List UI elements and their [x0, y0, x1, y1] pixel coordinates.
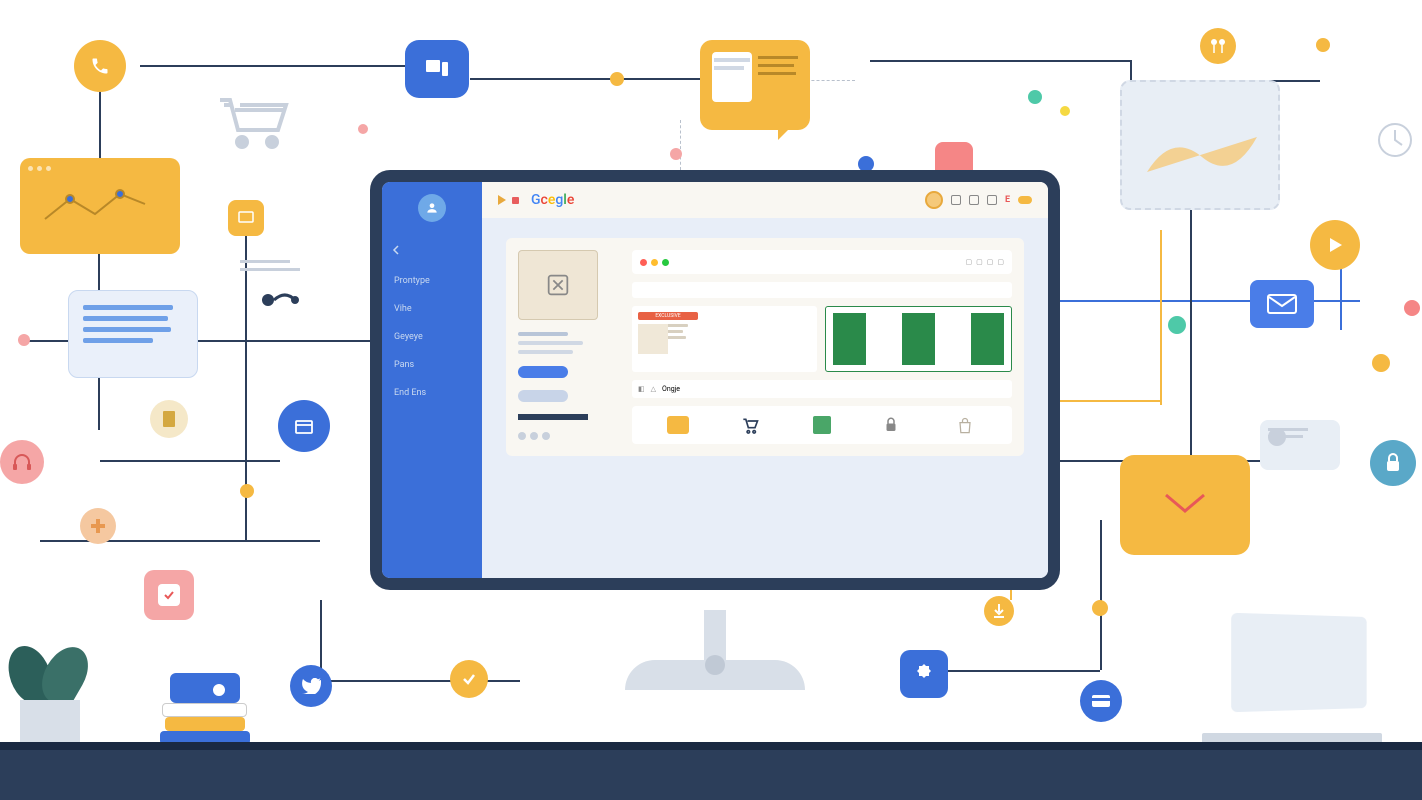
brand-logo: Gcegle — [531, 192, 574, 208]
primary-button[interactable] — [518, 366, 568, 378]
content-card[interactable]: EXCLUSIVE — [632, 306, 817, 372]
node-dot — [18, 334, 30, 346]
node-dot — [1372, 354, 1390, 372]
gear-icon — [900, 650, 948, 698]
desk-edge — [0, 742, 1422, 750]
card-badge: EXCLUSIVE — [638, 312, 698, 320]
sidebar-item-2[interactable]: Geyeye — [390, 330, 474, 344]
connector-line — [1160, 230, 1162, 405]
plant-decoration — [10, 630, 90, 750]
desktop-monitor: Prontype Vihe Geyeye Pans End Ens Gcegle — [370, 170, 1060, 615]
check-icon — [450, 660, 488, 698]
pin-icon — [1200, 28, 1236, 64]
headphones-icon — [0, 440, 44, 484]
connector-line — [99, 90, 101, 160]
desk-surface — [0, 750, 1422, 800]
connector-line — [100, 460, 280, 462]
node-dot — [1028, 90, 1042, 104]
user-avatar-icon[interactable] — [418, 194, 446, 222]
text-lines — [240, 260, 300, 271]
connector-line — [40, 540, 320, 542]
secondary-button[interactable] — [518, 390, 568, 402]
clock-icon — [1375, 120, 1415, 160]
sidebar-item-4[interactable]: End Ens — [390, 386, 474, 400]
toolbar-icon[interactable] — [951, 195, 961, 205]
node-dot — [1168, 316, 1186, 334]
connector-line — [1100, 520, 1102, 670]
illustration-canvas: Prontype Vihe Geyeye Pans End Ens Gcegle — [0, 0, 1422, 800]
toolbar-badge: E — [1005, 195, 1010, 205]
account-avatar-icon[interactable] — [925, 191, 943, 209]
app-doc-icon[interactable] — [813, 416, 831, 434]
app-topbar: Gcegle E — [482, 182, 1048, 218]
connector-line — [1060, 400, 1160, 402]
phone-icon — [74, 40, 126, 92]
connector-line — [1060, 300, 1360, 302]
logo-strip: ◧ △ Ongje — [632, 380, 1012, 398]
chart-card — [1120, 80, 1280, 210]
content-card[interactable] — [825, 306, 1012, 372]
chat-icon — [700, 40, 810, 130]
checkbox-icon — [144, 570, 194, 620]
sidebar-item-0[interactable]: Prontype — [390, 274, 474, 288]
app-main: Gcegle E — [482, 182, 1048, 578]
toolbar-pill[interactable] — [1018, 196, 1032, 204]
app-lock-icon[interactable] — [882, 416, 904, 434]
connector-line — [470, 78, 710, 80]
play-icon — [1310, 220, 1360, 270]
mail-large-icon — [1120, 455, 1250, 555]
toolbar-icon[interactable] — [987, 195, 997, 205]
cart-icon — [210, 90, 300, 160]
audio-icon — [260, 285, 300, 315]
chart-window-card — [20, 158, 180, 254]
node-dot — [1060, 106, 1070, 116]
nested-window-header: ▢▢▢▢ — [632, 250, 1012, 274]
node-dot — [358, 124, 368, 134]
card-icon — [1080, 680, 1122, 722]
search-bar[interactable] — [632, 282, 1012, 298]
mini-brand: Ongje — [662, 385, 680, 393]
mail-icon — [1250, 280, 1314, 328]
stop-icon — [512, 197, 519, 204]
books-decoration — [150, 655, 260, 745]
node-dot — [610, 72, 624, 86]
device-icon — [405, 40, 469, 98]
document-icon — [150, 400, 188, 438]
app-sidebar: Prontype Vihe Geyeye Pans End Ens — [382, 182, 482, 578]
preview-card — [1260, 420, 1340, 470]
thumbnail-image — [518, 250, 598, 320]
connector-line — [870, 60, 1130, 62]
twitter-icon — [290, 665, 332, 707]
box-icon — [278, 400, 330, 452]
app-folder-icon[interactable] — [667, 416, 689, 434]
document-card — [68, 290, 198, 378]
lock-icon — [1370, 440, 1416, 486]
sidebar-item-1[interactable]: Vihe — [390, 302, 474, 316]
toolbar-icon[interactable] — [969, 195, 979, 205]
connector-line — [140, 65, 410, 67]
connector-line — [320, 680, 520, 682]
node-dot — [1404, 300, 1420, 316]
connector-line — [1190, 180, 1192, 460]
node-dot — [240, 484, 254, 498]
playback-controls[interactable] — [498, 195, 519, 205]
sidebar-item-3[interactable]: Pans — [390, 358, 474, 372]
node-dot — [670, 148, 682, 160]
node-dot — [1316, 38, 1330, 52]
connector-dashed — [680, 120, 682, 170]
plus-icon — [80, 508, 116, 544]
app-icons-row — [632, 406, 1012, 444]
app-cart-icon[interactable] — [740, 416, 762, 434]
app-bag-icon[interactable] — [955, 416, 977, 434]
node-dot — [1092, 600, 1108, 616]
play-icon — [498, 195, 506, 205]
laptop-decoration — [1202, 615, 1382, 745]
chevron-left-icon — [390, 244, 402, 256]
nested-browser-window: ▢▢▢▢ EXCLUSIVE — [506, 238, 1024, 456]
screen-icon — [228, 200, 264, 236]
